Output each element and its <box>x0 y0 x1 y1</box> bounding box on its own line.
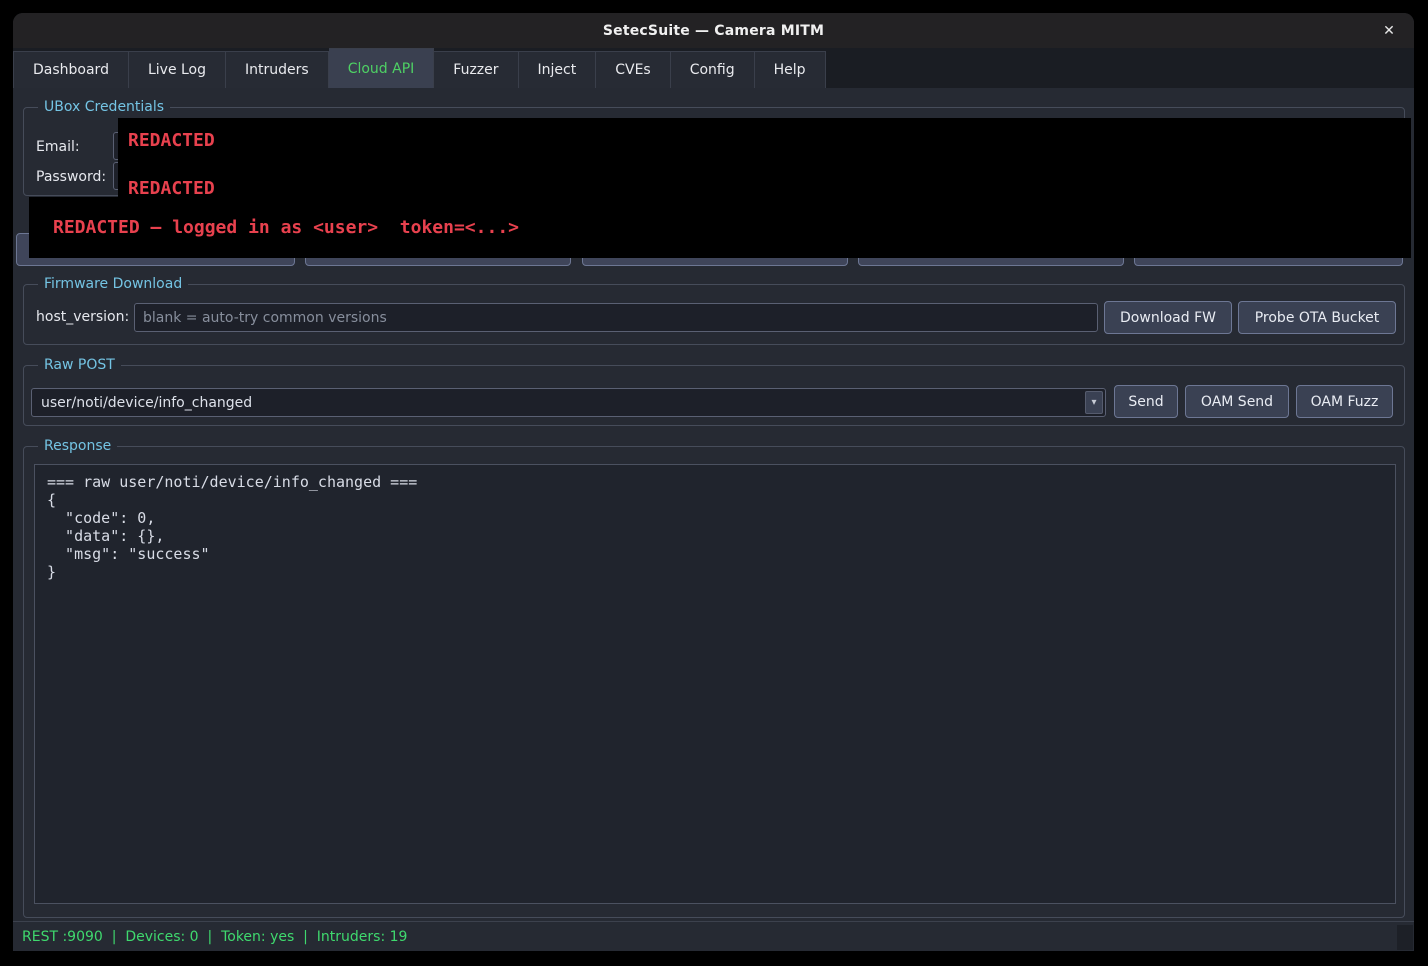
cloud-api-panel: UBox Credentials Email: Password: • REDA… <box>13 88 1414 922</box>
oam-send-button[interactable]: OAM Send <box>1185 385 1289 418</box>
host-version-label: host_version: <box>36 309 129 325</box>
redacted-login-status-text: REDACTED — logged in as <user> token=<..… <box>53 217 519 238</box>
redacted-email-text: REDACTED <box>128 130 215 151</box>
window-title: SetecSuite — Camera MITM <box>603 23 824 39</box>
download-fw-button[interactable]: Download FW <box>1104 301 1232 334</box>
oam-fuzz-button[interactable]: OAM Fuzz <box>1296 385 1393 418</box>
ubox-credentials-group-title: UBox Credentials <box>38 99 170 115</box>
tab-config[interactable]: Config <box>671 51 755 88</box>
tab-cves[interactable]: CVEs <box>596 51 671 88</box>
tab-fuzzer[interactable]: Fuzzer <box>434 51 518 88</box>
response-output[interactable]: === raw user/noti/device/info_changed ==… <box>34 464 1396 904</box>
tab-intruders[interactable]: Intruders <box>226 51 329 88</box>
firmware-download-group: Firmware Download host_version: Download… <box>23 284 1405 345</box>
endpoint-combobox-value: user/noti/device/info_changed <box>41 395 252 411</box>
status-bar: REST :9090 | Devices: 0 | Token: yes | I… <box>13 922 1414 951</box>
probe-ota-bucket-button[interactable]: Probe OTA Bucket <box>1238 301 1396 334</box>
firmware-download-group-title: Firmware Download <box>38 276 188 292</box>
raw-post-group-title: Raw POST <box>38 357 121 373</box>
endpoint-combobox[interactable]: user/noti/device/info_changed ▾ <box>31 388 1106 417</box>
tab-dashboard[interactable]: Dashboard <box>13 51 129 88</box>
tab-live-log[interactable]: Live Log <box>129 51 226 88</box>
size-grip[interactable] <box>1397 925 1413 950</box>
status-text: REST :9090 | Devices: 0 | Token: yes | I… <box>13 929 407 945</box>
close-icon[interactable]: ✕ <box>1378 20 1400 42</box>
response-group: Response === raw user/noti/device/info_c… <box>23 446 1405 918</box>
email-label: Email: <box>36 139 80 155</box>
password-label: Password: <box>36 169 106 185</box>
chevron-down-icon[interactable]: ▾ <box>1085 391 1103 414</box>
tab-cloud-api[interactable]: Cloud API <box>329 48 435 88</box>
redaction-overlay-top: REDACTED REDACTED <box>118 118 1411 205</box>
tab-help[interactable]: Help <box>755 51 826 88</box>
tab-inject[interactable]: Inject <box>519 51 597 88</box>
app-window: SetecSuite — Camera MITM ✕ Dashboard Liv… <box>13 13 1414 951</box>
redacted-password-text: REDACTED <box>128 178 215 199</box>
response-group-title: Response <box>38 438 117 454</box>
redaction-overlay-login-status: REDACTED — logged in as <user> token=<..… <box>29 197 1411 258</box>
host-version-input[interactable] <box>134 303 1098 332</box>
tab-bar: Dashboard Live Log Intruders Cloud API F… <box>13 48 1414 88</box>
title-bar: SetecSuite — Camera MITM ✕ <box>13 13 1414 48</box>
raw-post-group: Raw POST user/noti/device/info_changed ▾… <box>23 365 1405 426</box>
send-button[interactable]: Send <box>1114 385 1178 418</box>
